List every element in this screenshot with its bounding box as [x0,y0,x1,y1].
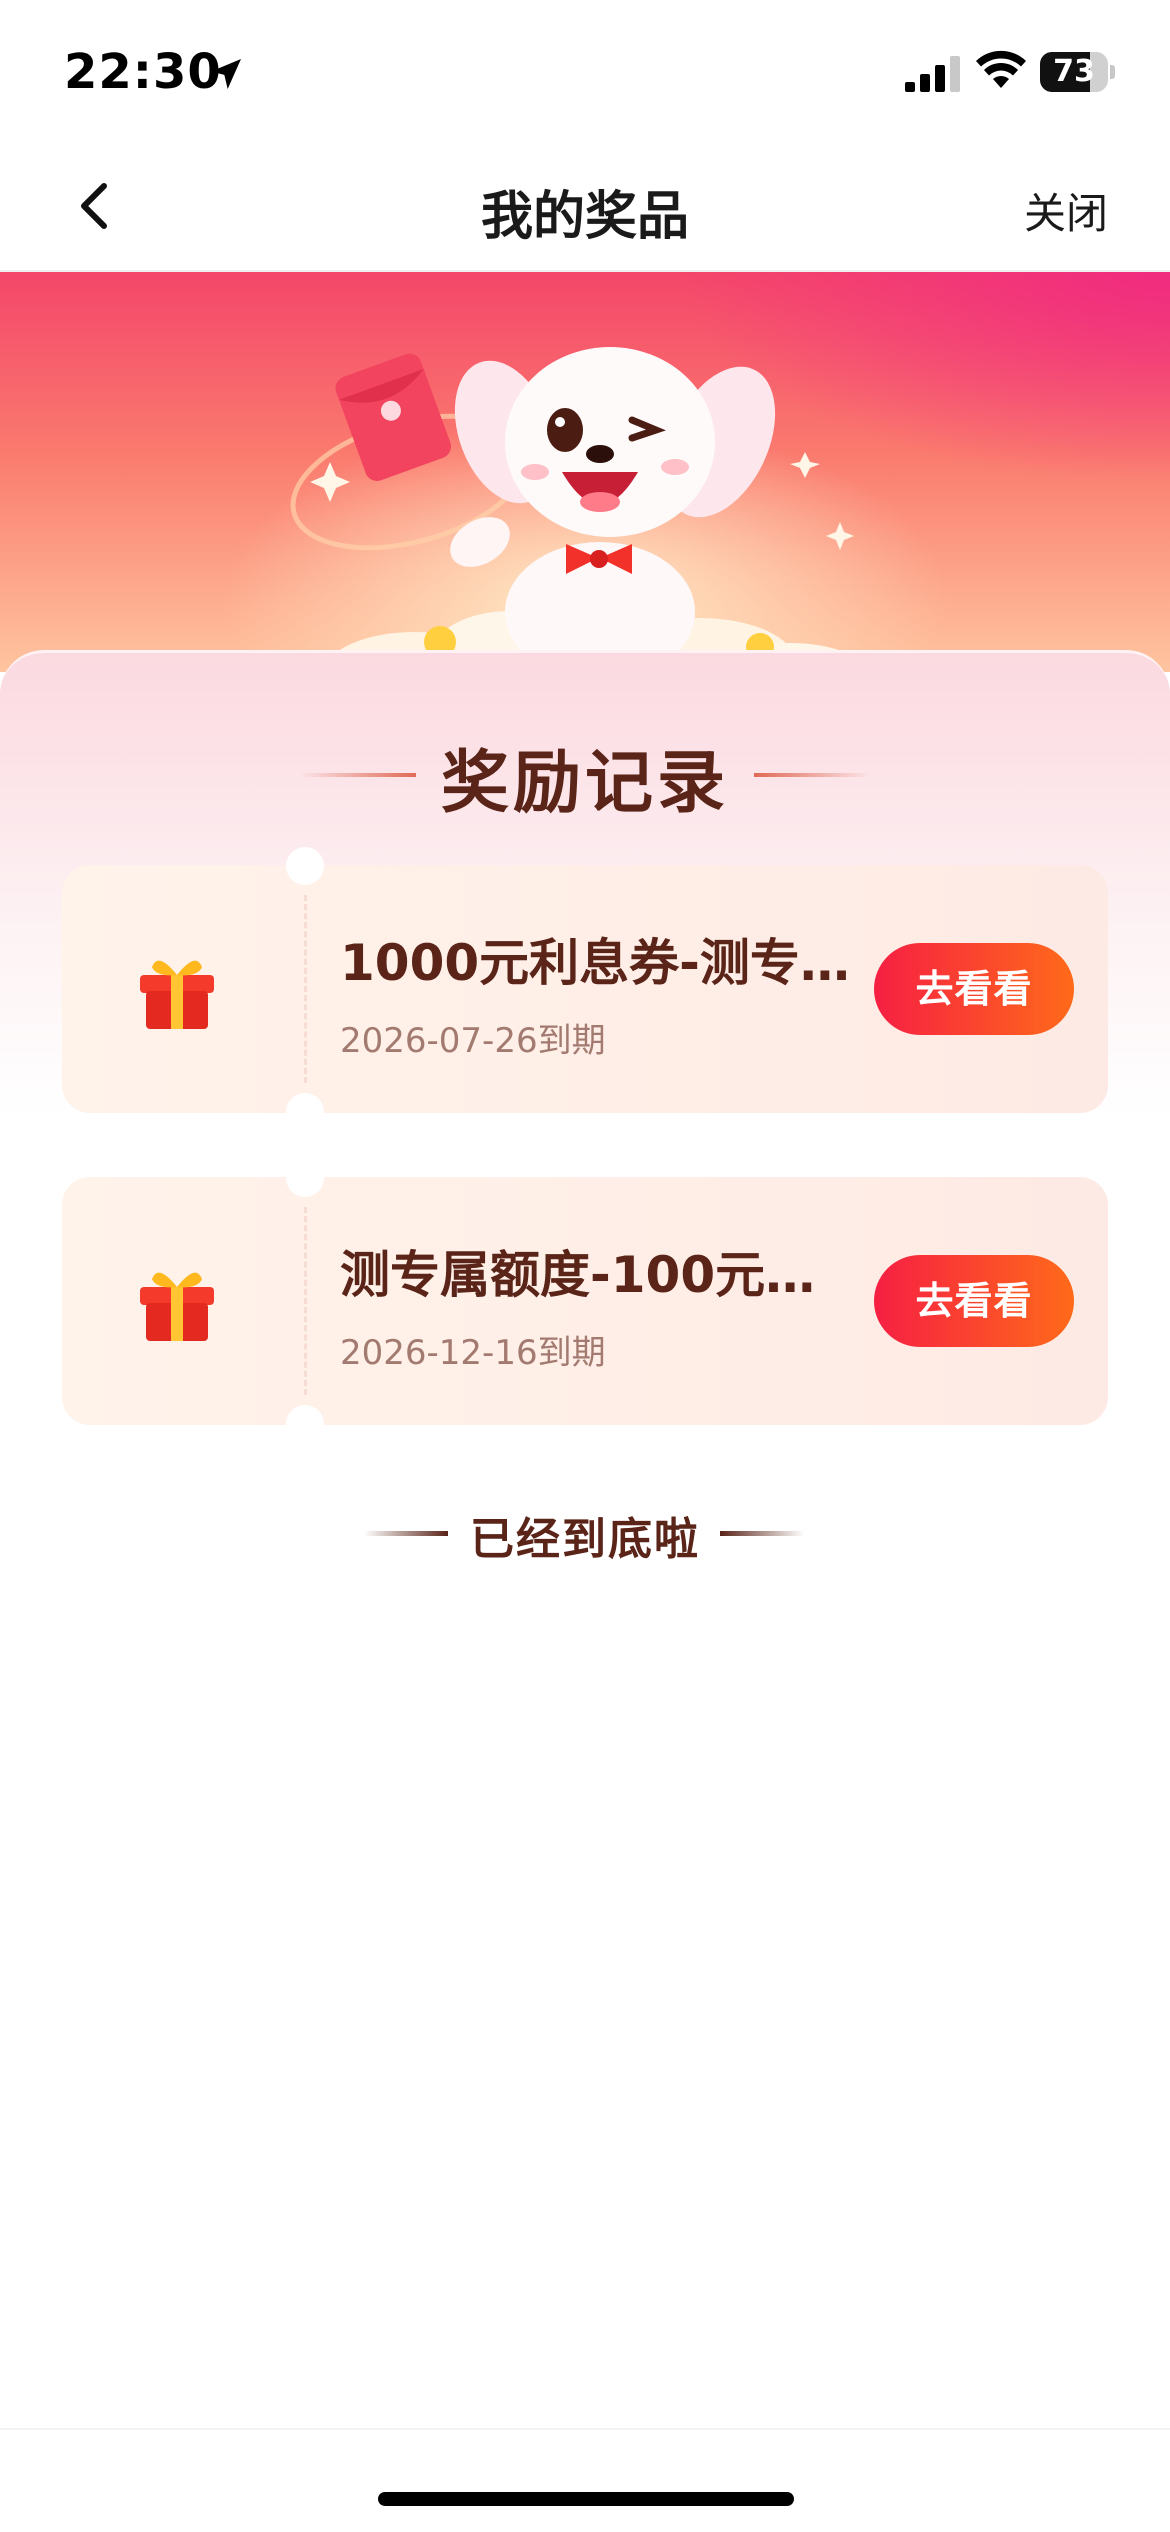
end-of-list: 已经到底啦 [0,1503,1170,1565]
prize-title: 1000元利息券-测专… [340,934,850,992]
wifi-icon [976,50,1026,88]
battery-icon: 73 [1040,52,1115,92]
signal-icon [905,56,960,92]
gift-box-icon [140,1272,214,1341]
title-divider-right [754,773,870,777]
home-indicator[interactable] [378,2492,794,2506]
status-time: 22:30 [64,44,222,100]
nav-bar: 我的奖品 关闭 [0,140,1170,272]
view-prize-button[interactable]: 去看看 [874,943,1074,1035]
view-prize-button[interactable]: 去看看 [874,1255,1074,1347]
gift-box-icon [140,960,214,1029]
hero-banner [0,272,1170,672]
prize-expiry: 2026-07-26到期 [340,1021,606,1061]
prize-title: 测专属额度-100元… [340,1246,816,1304]
bottom-safe-area [0,2428,1170,2532]
prize-card: 测专属额度-100元… 2026-12-16到期 去看看 [62,1159,1108,1443]
page-title: 我的奖品 [480,187,689,247]
close-button[interactable]: 关闭 [1024,180,1108,241]
prize-expiry: 2026-12-16到期 [340,1333,606,1373]
rewards-panel: 奖励记录 1000元利息券-测专… 2026-07-26到期 去看看 测专属额度… [0,650,1170,2430]
location-arrow-icon [211,59,241,89]
mascot-illustration [290,347,870,672]
prize-card: 1000元利息券-测专… 2026-07-26到期 去看看 [62,847,1108,1131]
battery-level: 73 [1053,54,1095,89]
red-envelope-icon [335,353,452,481]
section-header: 奖励记录 [0,723,1170,823]
end-of-list-text: 已经到底啦 [470,1514,700,1565]
status-bar: 22:30 73 [0,0,1170,140]
section-title: 奖励记录 [440,744,729,823]
